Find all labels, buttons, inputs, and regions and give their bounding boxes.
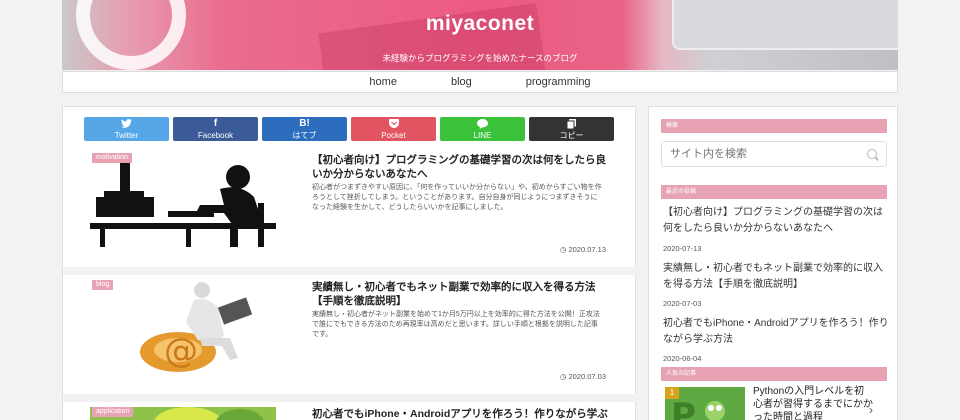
nav-item-programming[interactable]: programming xyxy=(499,76,618,88)
post-date: ◷ 2020.07.13 xyxy=(560,245,606,254)
svg-text:P: P xyxy=(671,396,696,420)
site-title[interactable]: miyaconet xyxy=(62,12,898,36)
main-content: Twitter f Facebook B! はてブ Pocket LINE コピ… xyxy=(62,106,637,420)
site-tagline: 未経験からプログラミングを始めたナースのブログ xyxy=(382,53,578,63)
twitter-icon xyxy=(121,118,132,130)
nav-item-home[interactable]: home xyxy=(342,76,424,88)
post-title[interactable]: 実績無し・初心者でもネット副業で効率的に収入を得る方法【手順を徹底説明】 xyxy=(312,280,608,308)
share-pocket-label: Pocket xyxy=(381,130,406,140)
post-card[interactable]: motivation 【初心者向け】プログラミングの基礎学習の次は何をしたら良い… xyxy=(90,153,610,263)
share-line-button[interactable]: LINE xyxy=(440,117,525,141)
share-facebook-label: Facebook xyxy=(197,130,234,140)
site-header: miyaconet 未経験からプログラミングを始めたナースのブログ xyxy=(62,0,898,70)
global-nav: home blog programming xyxy=(62,71,898,93)
popular-post-title[interactable]: Pythonの入門レベルを初心者が習得するまでにかかった時間と過程 xyxy=(753,385,873,420)
line-icon xyxy=(477,118,488,130)
category-label: application xyxy=(92,407,134,417)
search-icon[interactable] xyxy=(867,149,877,159)
recent-post-date: 2020-06-04 xyxy=(663,354,702,363)
recent-post-link[interactable]: 【初心者向け】プログラミングの基礎学習の次は何をしたら良いか分からないあなたへ xyxy=(663,205,889,237)
recent-post-date: 2020-07-13 xyxy=(663,244,702,253)
post-date-text: 2020.07.13 xyxy=(568,245,606,254)
search-widget-heading: 検索 xyxy=(661,119,887,133)
share-twitter-label: Twitter xyxy=(114,130,139,140)
chevron-right-icon[interactable]: › xyxy=(869,403,873,417)
post-title[interactable]: 【初心者向け】プログラミングの基礎学習の次は何をしたら良いか分からないあなたへ xyxy=(312,153,608,181)
share-hatena-button[interactable]: B! はてブ xyxy=(262,117,347,141)
share-copy-label: コピー xyxy=(559,130,584,140)
share-facebook-button[interactable]: f Facebook xyxy=(173,117,258,141)
recent-post-link[interactable]: 実績無し・初心者でもネット副業で効率的に収入を得る方法【手順を徹底説明】 xyxy=(663,261,889,293)
post-excerpt: 実績無し・初心者がネット副業を始めて1か月5万円以上を効率的に得た方法を公開！正… xyxy=(312,311,600,338)
post-card[interactable]: @ blog 実績無し・初心者でもネット副業で効率的に収入を得る方法【手順を徹底… xyxy=(90,280,610,390)
post-thumbnail[interactable]: application xyxy=(90,407,276,420)
post-divider xyxy=(63,394,637,402)
clock-icon: ◷ xyxy=(559,245,567,254)
post-excerpt: 初心者がつまずきやすい原因に、「何を作っていいか分からない」や、初めからすごい物… xyxy=(312,184,602,211)
popular-post-thumbnail[interactable]: P 1 xyxy=(665,387,745,420)
pocket-icon xyxy=(388,118,399,130)
post-thumbnail[interactable]: motivation xyxy=(90,153,276,247)
post-title[interactable]: 初心者でもiPhone・Androidアプリを作ろう！作りながら学ぶ方法 xyxy=(312,407,608,420)
post-divider xyxy=(63,267,637,275)
share-buttons: Twitter f Facebook B! はてブ Pocket LINE コピ… xyxy=(84,117,614,141)
hatena-icon: B! xyxy=(299,117,310,129)
share-copy-button[interactable]: コピー xyxy=(529,117,614,141)
category-label: blog xyxy=(92,280,114,290)
post-thumbnail[interactable]: @ blog xyxy=(90,280,276,374)
post-date-text: 2020.07.03 xyxy=(568,372,606,381)
category-label: motivation xyxy=(92,153,132,163)
sidebar: 検索 最近の投稿 【初心者向け】プログラミングの基礎学習の次は何をしたら良いか分… xyxy=(648,106,898,420)
share-line-label: LINE xyxy=(473,130,492,140)
popular-posts-heading: 人気の記事 xyxy=(661,367,887,381)
post-card[interactable]: application 初心者でもiPhone・Androidアプリを作ろう！作… xyxy=(90,407,610,420)
share-twitter-button[interactable]: Twitter xyxy=(84,117,169,141)
recent-post-link[interactable]: 初心者でもiPhone・Androidアプリを作ろう！作りながら学ぶ方法 xyxy=(663,316,889,348)
nav-item-blog[interactable]: blog xyxy=(424,76,499,88)
clock-icon: ◷ xyxy=(559,372,567,381)
facebook-icon: f xyxy=(213,117,218,129)
share-pocket-button[interactable]: Pocket xyxy=(351,117,436,141)
search-input[interactable] xyxy=(661,141,887,167)
svg-text:@: @ xyxy=(164,331,198,371)
recent-posts-heading: 最近の投稿 xyxy=(661,185,887,199)
popular-rank-badge: 1 xyxy=(665,387,679,399)
post-date: ◷ 2020.07.03 xyxy=(560,372,606,381)
copy-icon xyxy=(566,118,576,130)
recent-post-date: 2020-07-03 xyxy=(663,299,702,308)
share-hatena-label: はてブ xyxy=(292,130,317,140)
